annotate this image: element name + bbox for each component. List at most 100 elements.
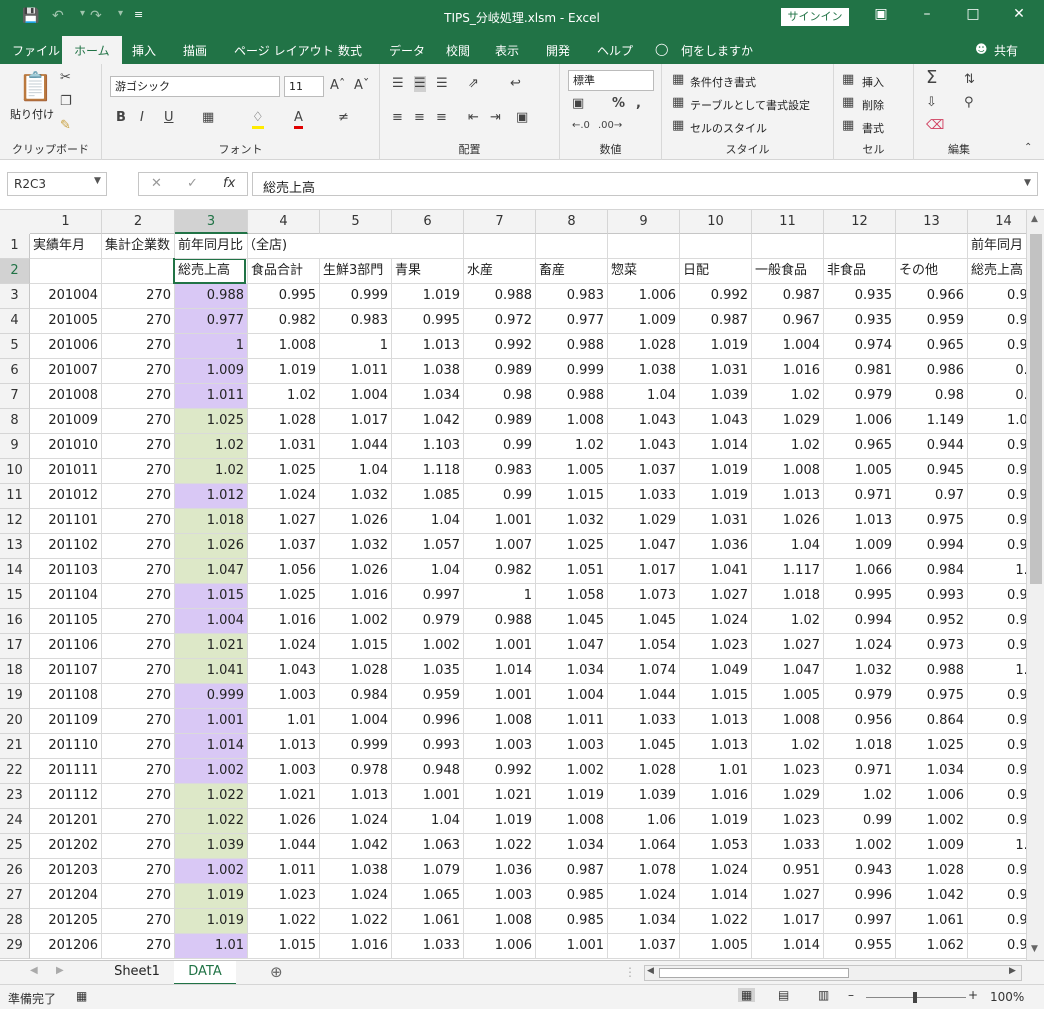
maximize-icon[interactable]: □ [958,6,988,22]
cell[interactable]: 1.018 [752,584,824,609]
cell[interactable]: 1.031 [248,434,320,459]
cell[interactable]: 1.036 [680,534,752,559]
cell[interactable]: 0.992 [680,284,752,309]
row-header[interactable]: 26 [0,859,30,884]
share-icon[interactable]: ☻ [975,42,988,56]
cell[interactable]: 1.032 [824,659,896,684]
cell[interactable]: 1.018 [824,734,896,759]
cell[interactable]: 0.987 [536,859,608,884]
cell[interactable]: 1.004 [752,334,824,359]
cell[interactable]: 201007 [30,359,102,384]
cell[interactable]: 0.971 [824,759,896,784]
cell[interactable] [752,234,824,259]
cell[interactable]: 0.864 [896,709,968,734]
cell[interactable]: 1.012 [175,484,248,509]
column-header[interactable]: 7 [464,210,536,234]
cell[interactable]: 1.013 [680,734,752,759]
cell[interactable]: 0.944 [896,434,968,459]
format-as-table-button[interactable]: テーブルとして書式設定 [690,97,810,113]
cell[interactable]: 0.992 [464,334,536,359]
cell[interactable]: 1.026 [320,559,392,584]
row-header[interactable]: 19 [0,684,30,709]
align-top-icon[interactable]: ☰ [392,76,404,92]
cell[interactable]: 青果 [392,259,464,284]
cell[interactable]: 1.062 [896,934,968,959]
increase-font-icon[interactable]: Aˆ [330,78,345,94]
cell[interactable]: 1.001 [464,634,536,659]
cell[interactable]: 食品合計 [248,259,320,284]
cell[interactable]: 1.073 [608,584,680,609]
signin-button[interactable]: サインイン [781,8,849,26]
name-box-dropdown-icon[interactable]: ▼ [94,176,101,186]
fill-color-icon[interactable]: ♢ [252,110,264,129]
font-color-icon[interactable]: A [294,110,303,129]
insert-cells-button[interactable]: 挿入 [862,74,884,90]
cell[interactable]: 1.047 [536,634,608,659]
cell[interactable]: 1.023 [752,809,824,834]
scroll-left-icon[interactable]: ◀ [647,966,654,976]
cell[interactable]: 270 [102,709,175,734]
cell[interactable]: 1.022 [680,909,752,934]
cell[interactable]: 0.989 [464,409,536,434]
cell[interactable]: 0.984 [320,684,392,709]
cell[interactable]: 1.047 [175,559,248,584]
cell[interactable]: 1.085 [392,484,464,509]
cell[interactable]: 0.988 [896,659,968,684]
cell[interactable]: 1.02 [752,734,824,759]
page-break-view-icon[interactable]: ▥ [818,988,829,1002]
zoom-level[interactable]: 100% [990,990,1024,1004]
cell[interactable]: 1.003 [464,734,536,759]
cell[interactable]: 1.103 [392,434,464,459]
cell[interactable]: 総売上高 [175,259,248,284]
cell[interactable]: 1.016 [752,359,824,384]
cell[interactable]: 1.025 [248,459,320,484]
cell[interactable]: 1.01 [680,759,752,784]
cell[interactable]: 1.038 [320,859,392,884]
cell[interactable]: 1.024 [680,859,752,884]
cell[interactable]: 1.118 [392,459,464,484]
cell[interactable]: 0.987 [680,309,752,334]
cell[interactable]: 1 [175,334,248,359]
cell[interactable]: 0.977 [175,309,248,334]
cell[interactable]: 201104 [30,584,102,609]
cell[interactable]: 0.943 [824,859,896,884]
cut-icon[interactable]: ✂ [60,70,71,86]
cell[interactable]: 270 [102,909,175,934]
cell[interactable]: 1.039 [680,384,752,409]
cell[interactable]: 1.019 [680,809,752,834]
cell[interactable]: 1.015 [680,684,752,709]
cell[interactable]: 201103 [30,559,102,584]
cell[interactable]: 0.996 [392,709,464,734]
cell[interactable]: 1.032 [536,509,608,534]
cell[interactable]: 0.967 [752,309,824,334]
row-header[interactable]: 16 [0,609,30,634]
cell[interactable]: 0.988 [536,334,608,359]
cell[interactable]: 1.015 [248,934,320,959]
cell[interactable]: 1.013 [680,709,752,734]
cell[interactable]: 1.041 [680,559,752,584]
cell[interactable]: 1.006 [608,284,680,309]
row-header[interactable]: 4 [0,309,30,334]
cell[interactable]: 270 [102,584,175,609]
format-painter-icon[interactable]: ✎ [60,118,71,134]
column-header[interactable]: 11 [752,210,824,234]
cell[interactable]: 1.04 [392,559,464,584]
cell[interactable]: 1.024 [320,884,392,909]
cell[interactable]: 0.974 [824,334,896,359]
cell[interactable]: 1.026 [320,509,392,534]
cell[interactable]: 1.027 [248,509,320,534]
close-icon[interactable]: ✕ [1004,6,1034,22]
cell[interactable]: 0.994 [896,534,968,559]
row-header[interactable]: 7 [0,384,30,409]
row-header[interactable]: 14 [0,559,30,584]
sheet-tab-sheet1[interactable]: Sheet1 [102,961,172,985]
row-header[interactable]: 18 [0,659,30,684]
tab-data[interactable]: データ [389,42,425,59]
row-header[interactable]: 13 [0,534,30,559]
cell[interactable]: 0.997 [824,909,896,934]
cell[interactable]: 1.022 [175,784,248,809]
cell[interactable]: 0.945 [896,459,968,484]
cell[interactable]: 1.027 [680,584,752,609]
cell[interactable] [30,259,102,284]
cell[interactable]: 1.045 [536,609,608,634]
